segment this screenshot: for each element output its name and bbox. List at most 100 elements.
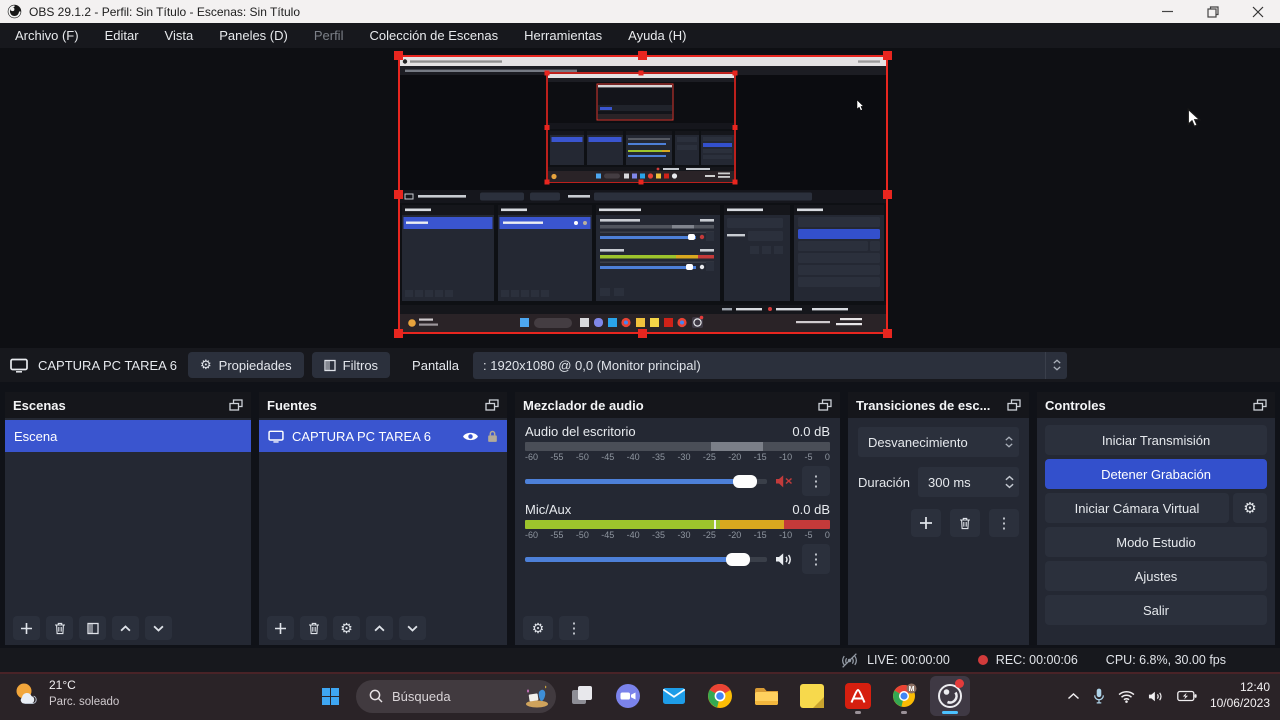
volume-slider-handle[interactable]: [733, 475, 757, 488]
obs-taskbar-button[interactable]: [930, 676, 970, 716]
move-source-down-button[interactable]: [399, 616, 426, 640]
selection-handle[interactable]: [883, 51, 892, 60]
remove-source-button[interactable]: [300, 616, 327, 640]
channel-name: Mic/Aux: [525, 502, 571, 517]
selection-handle[interactable]: [883, 190, 892, 199]
settings-button[interactable]: Ajustes: [1045, 561, 1267, 591]
channel-options-button[interactable]: ⋮: [802, 544, 830, 574]
chrome-button[interactable]: [700, 676, 740, 716]
move-scene-down-button[interactable]: [145, 616, 172, 640]
selection-handle[interactable]: [638, 51, 647, 60]
speaker-icon[interactable]: [775, 552, 794, 567]
remove-scene-button[interactable]: [46, 616, 73, 640]
stop-recording-button[interactable]: Detener Grabación: [1045, 459, 1267, 489]
windows-taskbar: 21°C Parc. soleado Búsqueda: [0, 672, 1280, 720]
taskbar-search-box[interactable]: Búsqueda: [356, 680, 556, 713]
channel-options-button[interactable]: ⋮: [802, 466, 830, 496]
volume-slider[interactable]: [525, 479, 767, 484]
volume-tray-icon[interactable]: [1148, 690, 1164, 703]
microphone-tray-icon[interactable]: [1093, 688, 1105, 704]
taskbar-clock[interactable]: 12:40 10/06/2023: [1210, 680, 1270, 711]
scene-list-item[interactable]: Escena: [5, 420, 251, 452]
studio-mode-button[interactable]: Modo Estudio: [1045, 527, 1267, 557]
teams-chat-button[interactable]: [608, 676, 648, 716]
chevron-updown-icon[interactable]: [1045, 352, 1067, 379]
meter-tick-label: -60: [525, 530, 538, 540]
selection-handle[interactable]: [883, 329, 892, 338]
mixer-options-button[interactable]: ⋮: [559, 616, 589, 640]
volume-slider[interactable]: [525, 557, 767, 562]
scene-filters-button[interactable]: [79, 616, 106, 640]
screen-label: Pantalla: [412, 358, 459, 373]
add-transition-button[interactable]: [911, 509, 941, 537]
selection-handle[interactable]: [394, 51, 403, 60]
virtual-camera-settings-button[interactable]: ⚙: [1233, 493, 1267, 523]
controls-dock: Controles Iniciar Transmisión Detener Gr…: [1037, 392, 1275, 645]
acrobat-icon: [845, 683, 871, 709]
screen-select[interactable]: : 1920x1080 @ 0,0 (Monitor principal): [473, 352, 1067, 379]
taskbar-weather-widget[interactable]: 21°C Parc. soleado: [12, 677, 119, 710]
menu-ayuda[interactable]: Ayuda (H): [615, 23, 699, 48]
chrome-profile-button[interactable]: M: [884, 676, 924, 716]
selection-handle[interactable]: [394, 329, 403, 338]
eye-icon[interactable]: [462, 431, 479, 442]
menu-coleccion-escenas[interactable]: Colección de Escenas: [356, 23, 511, 48]
selection-handle[interactable]: [394, 190, 403, 199]
dock-popout-icon[interactable]: [485, 399, 499, 411]
menu-herramientas[interactable]: Herramientas: [511, 23, 615, 48]
add-scene-button[interactable]: [13, 616, 40, 640]
dock-popout-icon[interactable]: [818, 399, 832, 411]
dock-popout-icon[interactable]: [229, 399, 243, 411]
filter-icon: [324, 359, 336, 372]
filters-button[interactable]: Filtros: [312, 352, 390, 378]
source-list-item[interactable]: CAPTURA PC TAREA 6: [259, 420, 507, 452]
source-properties-button[interactable]: ⚙: [333, 616, 360, 640]
chevron-updown-icon: [999, 436, 1019, 448]
file-explorer-button[interactable]: [746, 676, 786, 716]
minimize-button[interactable]: [1145, 0, 1190, 23]
dock-popout-icon[interactable]: [1253, 399, 1267, 411]
duration-spinbox[interactable]: 300 ms: [918, 467, 1019, 497]
move-scene-up-button[interactable]: [112, 616, 139, 640]
wifi-tray-icon[interactable]: [1118, 690, 1135, 703]
mail-button[interactable]: [654, 676, 694, 716]
spinner-arrows-icon[interactable]: [999, 475, 1019, 489]
task-view-button[interactable]: [562, 676, 602, 716]
menu-vista[interactable]: Vista: [152, 23, 207, 48]
speaker-muted-icon[interactable]: [775, 474, 794, 489]
svg-text:M: M: [909, 686, 915, 693]
sticky-notes-button[interactable]: [792, 676, 832, 716]
add-source-button[interactable]: [267, 616, 294, 640]
volume-slider-handle[interactable]: [726, 553, 750, 566]
menu-archivo[interactable]: Archivo (F): [2, 23, 92, 48]
start-virtual-camera-button[interactable]: Iniciar Cámara Virtual: [1045, 493, 1229, 523]
preview-canvas[interactable]: [0, 48, 1280, 348]
transition-select[interactable]: Desvanecimiento: [858, 427, 1019, 457]
advanced-audio-button[interactable]: ⚙: [523, 616, 553, 640]
transition-options-button[interactable]: ⋮: [989, 509, 1019, 537]
preview-mini-desktop: [400, 57, 886, 332]
menu-editar[interactable]: Editar: [92, 23, 152, 48]
remove-transition-button[interactable]: [950, 509, 980, 537]
start-button[interactable]: [310, 676, 350, 716]
meter-tick-label: -35: [652, 530, 665, 540]
move-source-up-button[interactable]: [366, 616, 393, 640]
dock-popout-icon[interactable]: [1007, 399, 1021, 411]
start-streaming-button[interactable]: Iniciar Transmisión: [1045, 425, 1267, 455]
selection-handle[interactable]: [638, 329, 647, 338]
lock-icon[interactable]: [487, 430, 498, 443]
restore-button[interactable]: [1190, 0, 1235, 23]
monitor-icon: [10, 358, 28, 373]
volume-meter: [525, 442, 830, 451]
meter-tick-label: -35: [652, 452, 665, 462]
menu-paneles[interactable]: Paneles (D): [206, 23, 301, 48]
exit-button[interactable]: Salir: [1045, 595, 1267, 625]
properties-button[interactable]: ⚙ Propiedades: [188, 352, 304, 378]
menu-perfil[interactable]: Perfil: [301, 23, 357, 48]
meter-tick-label: -55: [550, 530, 563, 540]
close-button[interactable]: [1235, 0, 1280, 23]
preview-captured-display-source[interactable]: [398, 55, 888, 334]
acrobat-button[interactable]: [838, 676, 878, 716]
battery-tray-icon[interactable]: [1177, 690, 1197, 702]
tray-chevron-up-icon[interactable]: [1067, 692, 1080, 700]
